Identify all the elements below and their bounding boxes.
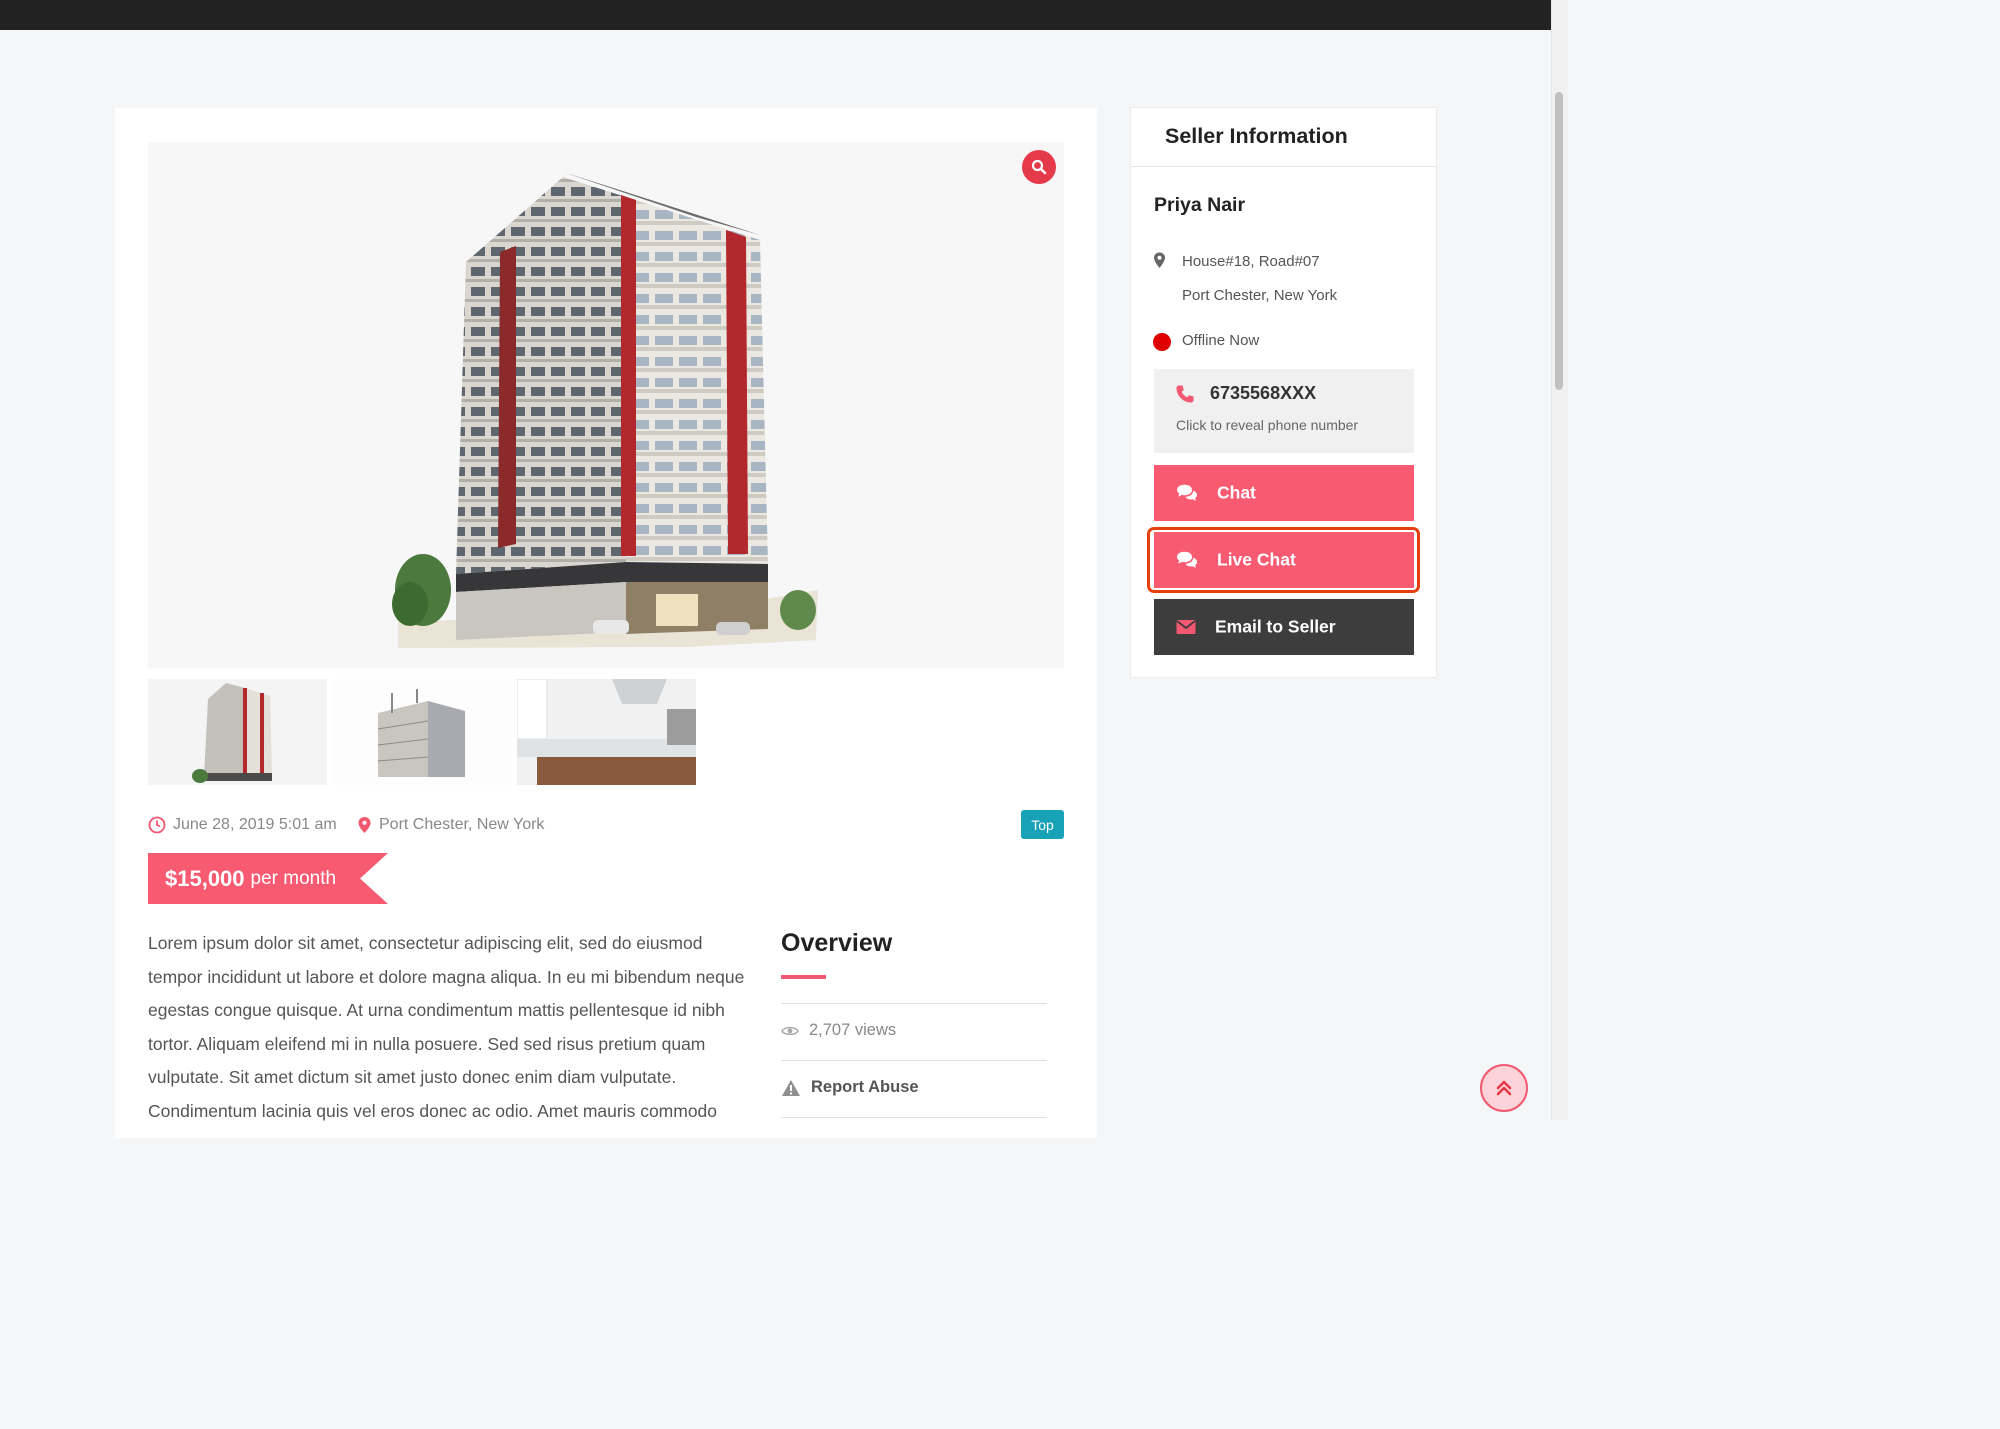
seller-name: Priya Nair	[1154, 194, 1246, 216]
comments-icon	[1177, 551, 1197, 568]
clock-icon	[148, 816, 166, 834]
email-seller-button[interactable]: Email to Seller	[1154, 599, 1414, 655]
price-tag: $15,000 per month	[148, 853, 388, 904]
reveal-phone-button[interactable]	[1154, 369, 1414, 453]
phone-number[interactable]: 6735568XXX	[1210, 383, 1316, 404]
listing-main-image[interactable]	[148, 142, 1064, 668]
seller-status: Offline Now	[1182, 332, 1260, 349]
views-text: 2,707 views	[809, 1021, 897, 1039]
overview-divider	[781, 1117, 1047, 1118]
double-chevron-up-icon	[1496, 1080, 1512, 1096]
map-pin-icon	[1154, 252, 1165, 268]
back-to-top-button[interactable]	[1480, 1064, 1528, 1112]
warning-icon	[782, 1079, 800, 1096]
thumbnail-image	[333, 679, 512, 785]
price-amount: $15,000	[165, 865, 245, 891]
thumbnail-image	[148, 679, 327, 785]
overview-divider	[781, 1060, 1047, 1061]
price-unit: per month	[250, 867, 337, 889]
live-chat-button[interactable]: Live Chat	[1154, 532, 1414, 588]
chat-button[interactable]: Chat	[1154, 465, 1414, 521]
seller-address-line2: Port Chester, New York	[1182, 287, 1338, 304]
report-abuse-text: Report Abuse	[811, 1078, 919, 1096]
chat-button-label: Chat	[1217, 482, 1256, 503]
report-abuse-link[interactable]: Report Abuse	[781, 1078, 919, 1097]
listing-location-text: Port Chester, New York	[379, 816, 545, 833]
live-chat-button-label: Live Chat	[1217, 549, 1296, 570]
envelope-icon	[1176, 620, 1196, 634]
scrollbar-thumb[interactable]	[1555, 92, 1563, 390]
gallery-thumbnail-3[interactable]	[517, 679, 696, 785]
status-indicator	[1153, 333, 1171, 351]
views-count: 2,707 views	[781, 1021, 896, 1040]
overview-underline	[781, 975, 826, 979]
listing-date: June 28, 2019 5:01 am	[148, 814, 337, 836]
listing-description: Lorem ipsum dolor sit amet, consectetur …	[148, 933, 745, 1121]
search-icon	[1031, 159, 1047, 175]
top-badge: Top	[1021, 810, 1064, 839]
comments-icon	[1177, 484, 1197, 501]
building-illustration	[148, 142, 1064, 668]
overview-divider	[781, 1003, 1047, 1004]
seller-info-title: Seller Information	[1165, 124, 1348, 148]
listing-location[interactable]: Port Chester, New York	[357, 814, 544, 836]
gallery-thumbnail-1[interactable]	[148, 679, 327, 785]
map-pin-icon	[358, 817, 371, 833]
email-seller-button-label: Email to Seller	[1215, 616, 1336, 637]
seller-address-line1: House#18, Road#07	[1182, 253, 1320, 270]
phone-icon	[1176, 385, 1194, 403]
zoom-button[interactable]	[1022, 150, 1056, 184]
thumbnail-image	[517, 679, 696, 785]
eye-icon	[781, 1026, 799, 1035]
phone-hint: Click to reveal phone number	[1176, 417, 1359, 433]
listing-date-text: June 28, 2019 5:01 am	[173, 816, 337, 833]
gallery-thumbnail-2[interactable]	[333, 679, 512, 785]
overview-title: Overview	[781, 929, 893, 957]
top-header-bar	[0, 0, 1551, 30]
